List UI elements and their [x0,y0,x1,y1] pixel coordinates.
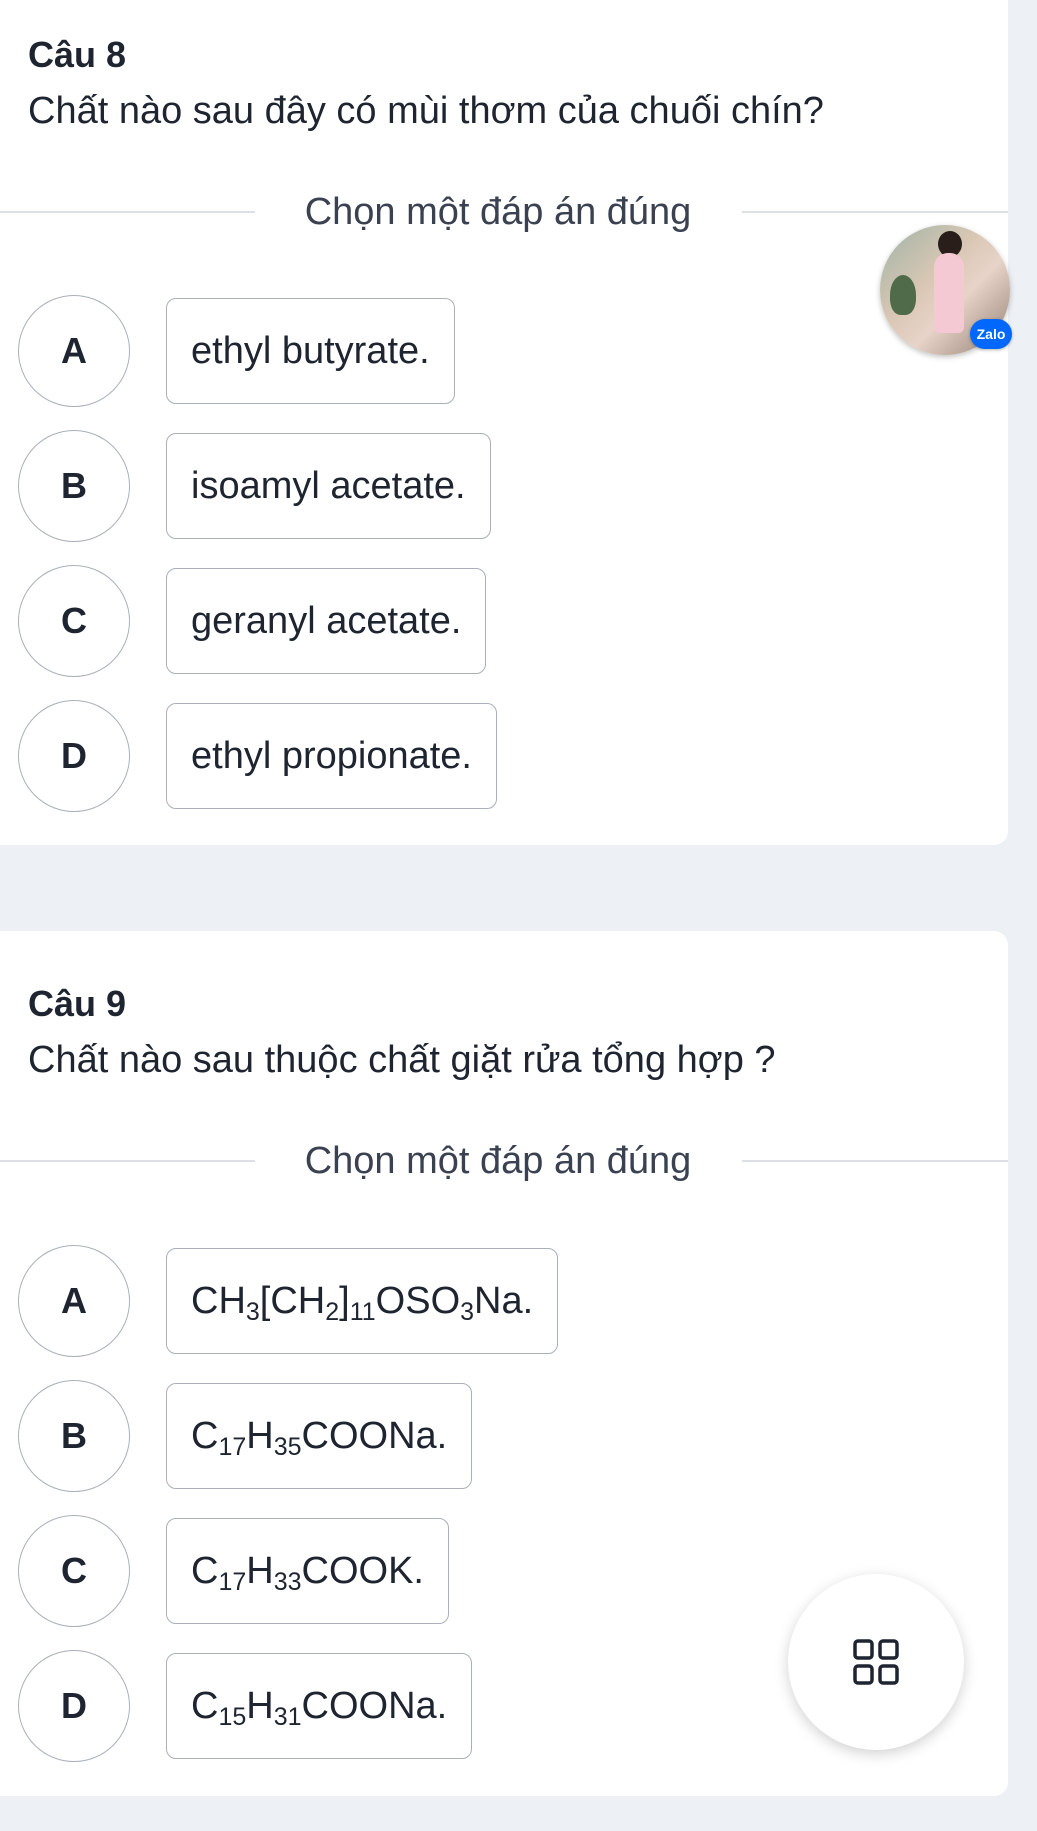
answer-prompt: Chọn một đáp án đúng [304,1140,692,1182]
formula-subscript: 15 [218,1702,247,1731]
question-card-8: Câu 8 Chất nào sau đây có mùi thơm của c… [0,0,1008,845]
formula-subscript: 17 [218,1432,247,1461]
option-letter[interactable]: B [18,430,130,542]
formula-subscript: 35 [273,1432,302,1461]
option-answer[interactable]: ethyl butyrate. [166,298,455,404]
answer-prompt: Chọn một đáp án đúng [304,191,692,233]
chemical-formula: C17H33COOK. [191,1549,424,1596]
formula-subscript: 2 [325,1297,340,1326]
answer-text: geranyl acetate. [191,599,462,642]
option-letter[interactable]: D [18,1650,130,1762]
plant-shape [890,275,916,315]
option-answer[interactable]: isoamyl acetate. [166,433,491,539]
avatar-figure-shape [934,253,964,333]
zalo-badge[interactable]: Zalo [970,319,1012,349]
option-letter[interactable]: D [18,700,130,812]
option-letter[interactable]: C [18,565,130,677]
chemical-formula: C17H35COONa. [191,1414,448,1461]
answer-prompt-divider: Chọn một đáp án đúng [0,190,1008,234]
grid-icon [853,1639,899,1685]
answer-text: ethyl propionate. [191,734,472,777]
option-answer[interactable]: ethyl propionate. [166,703,497,809]
answer-prompt-divider: Chọn một đáp án đúng [0,1139,1008,1183]
option-letter[interactable]: A [18,295,130,407]
option-letter[interactable]: C [18,1515,130,1627]
option-answer[interactable]: C15H31COONa. [166,1653,473,1759]
chemical-formula: CH3[CH2]11OSO3Na. [191,1279,534,1326]
option-answer[interactable]: C17H35COONa. [166,1383,473,1489]
formula-subscript: 3 [460,1297,475,1326]
formula-subscript: 33 [273,1567,302,1596]
option-answer[interactable]: geranyl acetate. [166,568,487,674]
answer-text: isoamyl acetate. [191,464,466,507]
grid-menu-button[interactable] [788,1574,964,1750]
formula-subscript: 31 [273,1702,302,1731]
question-number: Câu 8 [28,34,127,75]
option-answer[interactable]: C17H33COOK. [166,1518,449,1624]
formula-subscript: 3 [245,1297,260,1326]
question-text: Chất nào sau đây có mùi thơm của chuối c… [28,90,824,132]
answer-text: ethyl butyrate. [191,329,430,372]
option-answer[interactable]: CH3[CH2]11OSO3Na. [166,1248,559,1354]
chemical-formula: C15H31COONa. [191,1684,448,1731]
question-text: Chất nào sau thuộc chất giặt rửa tổng hợ… [28,1039,776,1081]
formula-subscript: 11 [349,1297,376,1326]
formula-subscript: 17 [218,1567,247,1596]
option-letter[interactable]: B [18,1380,130,1492]
question-number: Câu 9 [28,983,127,1024]
option-letter[interactable]: A [18,1245,130,1357]
